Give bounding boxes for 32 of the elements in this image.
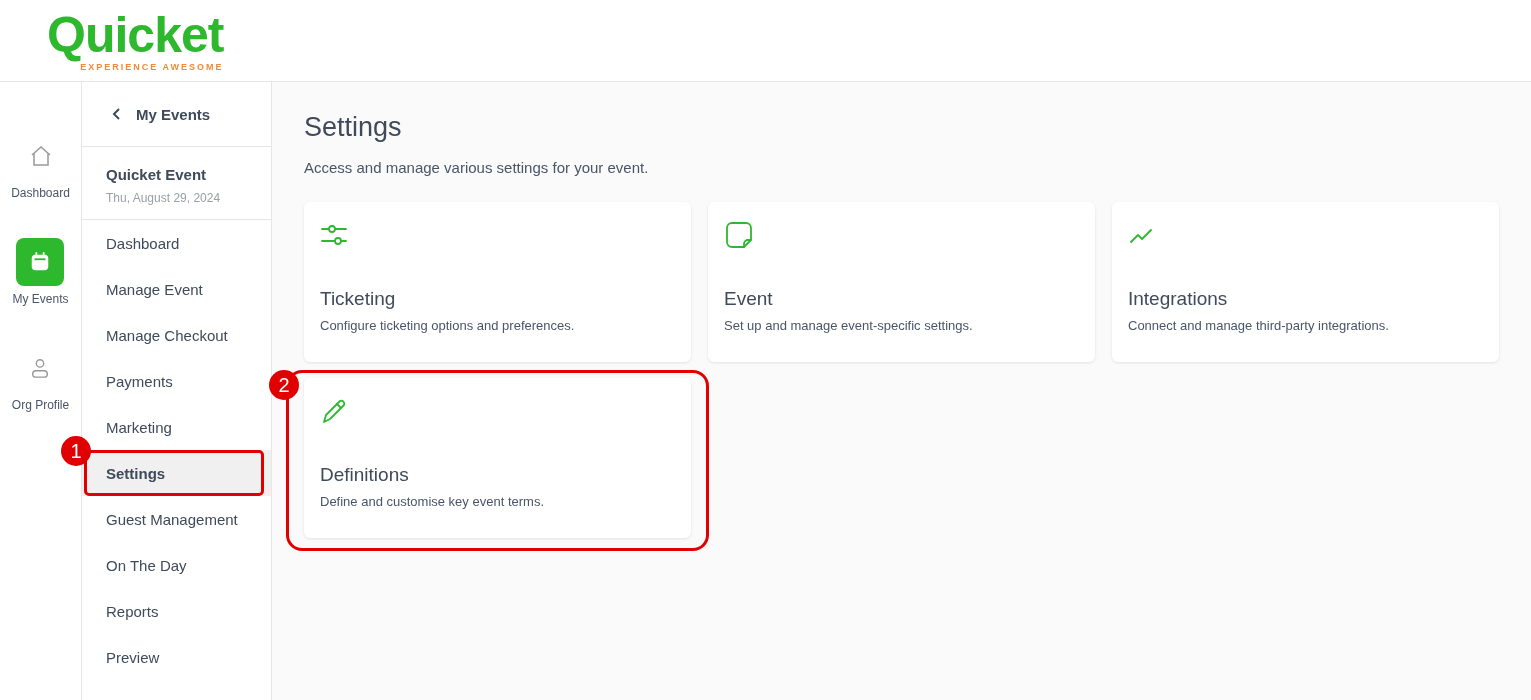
card-description: Define and customise key event terms. (320, 494, 545, 509)
event-date: Thu, August 29, 2024 (106, 191, 222, 205)
card-title: Integrations (1128, 288, 1229, 310)
card-title: Event (724, 288, 774, 310)
card-description: Connect and manage third-party integrations. (1128, 318, 1390, 333)
step-number: 2 (269, 370, 299, 400)
nav-item[interactable]: Manage Checkout (82, 312, 271, 358)
rail-item[interactable]: Dashboard (11, 132, 70, 200)
nav-item[interactable]: Manage Event (82, 266, 271, 312)
nav-item[interactable]: Dashboard (82, 220, 271, 266)
settings-card[interactable]: Ticketing Configure ticketing options and preferences. (304, 202, 691, 362)
settings-card[interactable]: Event Set up and manage event-specific settings. (708, 202, 1095, 362)
nav-item[interactable]: Preview (82, 634, 271, 680)
card-description: Set up and manage event-specific settings. (724, 318, 974, 333)
card-title: Ticketing (320, 288, 397, 310)
page-title: Settings (304, 112, 403, 143)
logo-tagline: EXPERIENCE AWESOME (80, 61, 224, 72)
card-description: Configure ticketing options and preferences. (320, 318, 576, 333)
event-title: Quicket Event (106, 166, 208, 183)
nav-item[interactable]: Reports (82, 588, 271, 634)
rail-item[interactable]: Org Profile (11, 344, 70, 412)
settings-card[interactable]: Definitions Define and customise key event terms. (304, 378, 691, 538)
note-icon (724, 220, 754, 250)
nav-item[interactable]: Payments (82, 358, 271, 404)
settings-card[interactable]: Integrations Connect and manage third-party integrations. (1112, 202, 1499, 362)
chevron-left-icon (112, 108, 122, 120)
card-title: Definitions (320, 464, 410, 486)
back-link[interactable]: My Events (82, 82, 271, 147)
logo-wordmark: Quicket (47, 9, 224, 60)
page-subtitle: Access and manage various settings for your event. (304, 159, 650, 176)
nav-item[interactable]: Guest Management (82, 496, 271, 542)
nav-item[interactable]: On The Day (82, 542, 271, 588)
